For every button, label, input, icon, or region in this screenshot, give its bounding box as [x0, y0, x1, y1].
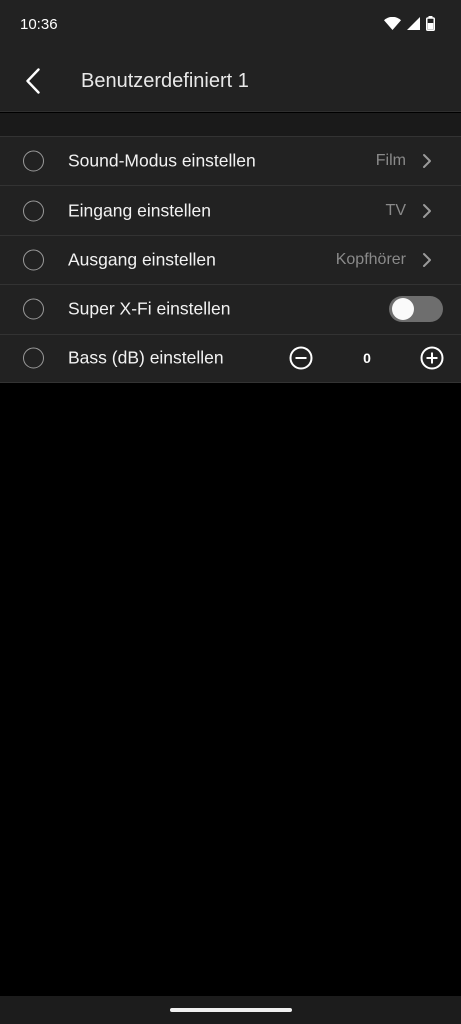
- radio-button[interactable]: [23, 347, 44, 369]
- radio-button[interactable]: [23, 249, 44, 271]
- setting-label: Ausgang einstellen: [68, 249, 216, 270]
- home-gesture-handle[interactable]: [170, 1008, 292, 1012]
- bass-value: 0: [363, 350, 371, 367]
- setting-value: Kopfhörer: [335, 250, 406, 268]
- toggle-knob: [392, 298, 414, 321]
- super-x-fi-toggle[interactable]: [389, 296, 443, 323]
- navigation-bar: [0, 996, 461, 1024]
- setting-row-input[interactable]: Eingang einstellen TV: [0, 185, 461, 235]
- radio-button[interactable]: [23, 150, 44, 172]
- settings-list: Sound-Modus einstellen Film Eingang eins…: [0, 136, 461, 383]
- chevron-right-icon: [423, 252, 431, 267]
- page-title: Benutzerdefiniert 1: [81, 70, 249, 92]
- setting-row-bass: Bass (dB) einstellen 0: [0, 333, 461, 383]
- status-bar: 10:36: [0, 0, 461, 50]
- setting-label: Eingang einstellen: [68, 200, 212, 221]
- setting-label: Sound-Modus einstellen: [68, 150, 256, 171]
- wifi-icon: [384, 17, 401, 30]
- cell-signal-icon: [407, 17, 420, 30]
- setting-label: Super X-Fi einstellen: [68, 298, 231, 319]
- radio-button[interactable]: [23, 298, 44, 320]
- setting-value: Film: [375, 152, 406, 170]
- back-button[interactable]: [14, 62, 52, 100]
- setting-row-super-x-fi: Super X-Fi einstellen: [0, 284, 461, 334]
- status-time: 10:36: [20, 16, 58, 33]
- chevron-right-icon: [423, 203, 431, 218]
- chevron-right-icon: [423, 154, 431, 169]
- chevron-left-icon: [26, 68, 40, 94]
- minus-circle-icon[interactable]: [289, 346, 313, 370]
- setting-label: Bass (dB) einstellen: [68, 347, 224, 368]
- section-spacer: [0, 113, 461, 136]
- app-bar: Benutzerdefiniert 1: [0, 50, 461, 112]
- battery-icon: [426, 16, 435, 31]
- plus-circle-icon[interactable]: [420, 346, 444, 370]
- radio-button[interactable]: [23, 200, 44, 222]
- setting-row-output[interactable]: Ausgang einstellen Kopfhörer: [0, 234, 461, 285]
- setting-value: TV: [385, 201, 406, 219]
- status-icons: [384, 16, 435, 31]
- setting-row-sound-mode[interactable]: Sound-Modus einstellen Film: [0, 136, 461, 186]
